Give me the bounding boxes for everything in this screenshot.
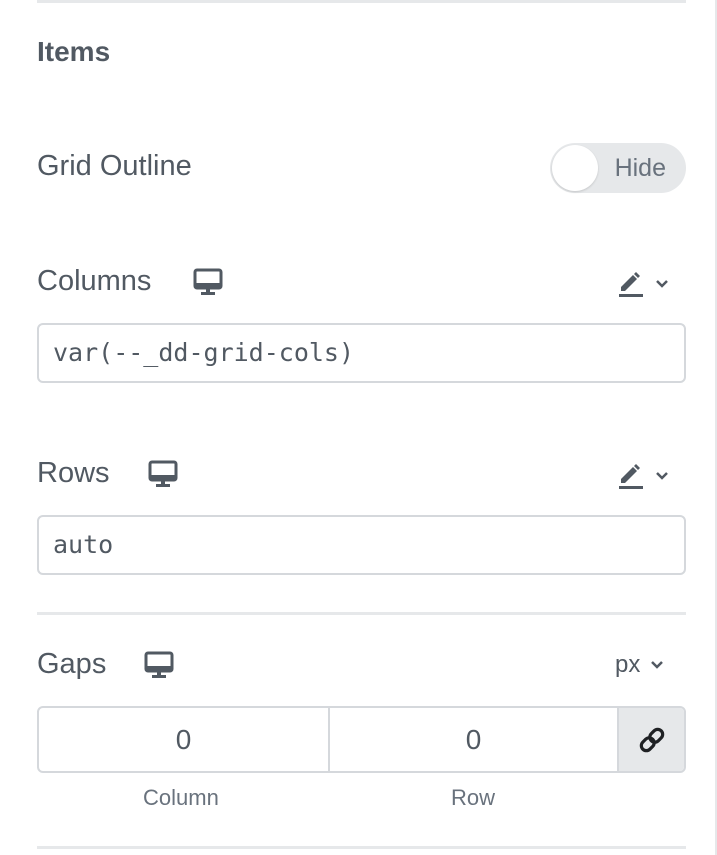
columns-input[interactable]: var(--_dd-grid-cols) — [37, 323, 686, 383]
rows-edit-icon[interactable] — [617, 460, 673, 490]
rows-label: Rows — [37, 457, 110, 489]
section-title: Items — [37, 36, 111, 67]
chevron-down-icon — [651, 661, 664, 669]
link-icon — [639, 727, 664, 752]
gaps-unit-value: px — [615, 651, 641, 678]
section-divider — [37, 612, 686, 615]
link-values-button[interactable] — [617, 708, 684, 771]
bottom-divider — [37, 846, 686, 849]
desktop-monitor-icon[interactable] — [148, 460, 178, 488]
grid-items-panel: Items Grid Outline Hide Columns var(--_d… — [0, 0, 717, 855]
toggle-state-text: Hide — [614, 154, 666, 182]
columns-edit-icon[interactable] — [617, 268, 673, 298]
grid-outline-label: Grid Outline — [37, 150, 192, 182]
columns-label: Columns — [37, 265, 152, 297]
desktop-monitor-icon[interactable] — [193, 268, 223, 296]
desktop-monitor-icon[interactable] — [144, 651, 174, 679]
gap-row-label: Row — [451, 785, 496, 810]
gap-row-input[interactable]: 0 — [328, 708, 617, 771]
rows-input[interactable]: auto — [37, 515, 686, 575]
grid-outline-toggle[interactable]: Hide — [550, 143, 686, 193]
gap-column-label: Column — [143, 785, 219, 810]
top-divider — [37, 0, 686, 3]
gap-column-input[interactable]: 0 — [39, 708, 328, 771]
gaps-label: Gaps — [37, 648, 107, 680]
gaps-input-group: 0 0 — [37, 706, 686, 773]
toggle-knob — [552, 145, 598, 191]
gaps-unit-select[interactable]: px — [615, 651, 664, 679]
